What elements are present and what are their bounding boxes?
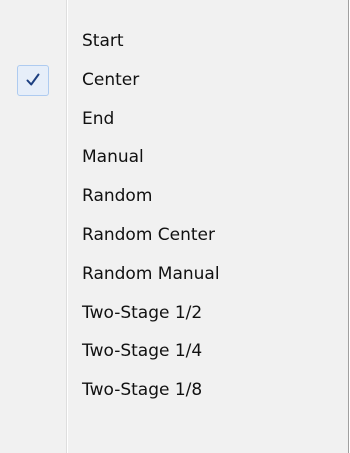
menu-item-manual[interactable]: Manual	[0, 138, 348, 177]
menu-item-two-stage-half[interactable]: Two-Stage 1/2	[0, 294, 348, 333]
menu-item-label: Start	[82, 31, 124, 51]
menu-item-label: Two-Stage 1/2	[82, 302, 203, 323]
menu-item-random-manual[interactable]: Random Manual	[0, 255, 348, 294]
menu-item-two-stage-eighth[interactable]: Two-Stage 1/8	[0, 371, 348, 410]
menu-item-list: Start Center End Manual Random Random Ce…	[0, 22, 348, 410]
menu-item-label: Random Manual	[82, 263, 220, 284]
menu-item-label: Random	[82, 186, 153, 207]
menu-item-random-center[interactable]: Random Center	[0, 216, 348, 255]
menu-item-start[interactable]: Start	[0, 22, 348, 61]
menu-item-label: Center	[82, 69, 140, 90]
menu-item-label: Manual	[82, 147, 144, 168]
context-menu: Start Center End Manual Random Random Ce…	[0, 0, 349, 453]
menu-item-label: Two-Stage 1/8	[82, 380, 203, 401]
menu-item-label: End	[82, 108, 115, 129]
checkmark-icon	[17, 64, 49, 96]
menu-item-end[interactable]: End	[0, 100, 348, 139]
menu-item-random[interactable]: Random	[0, 177, 348, 216]
menu-item-label: Two-Stage 1/4	[82, 341, 203, 362]
menu-item-label: Random Center	[82, 224, 216, 245]
menu-item-two-stage-quarter[interactable]: Two-Stage 1/4	[0, 332, 348, 371]
menu-item-center[interactable]: Center	[0, 61, 348, 100]
